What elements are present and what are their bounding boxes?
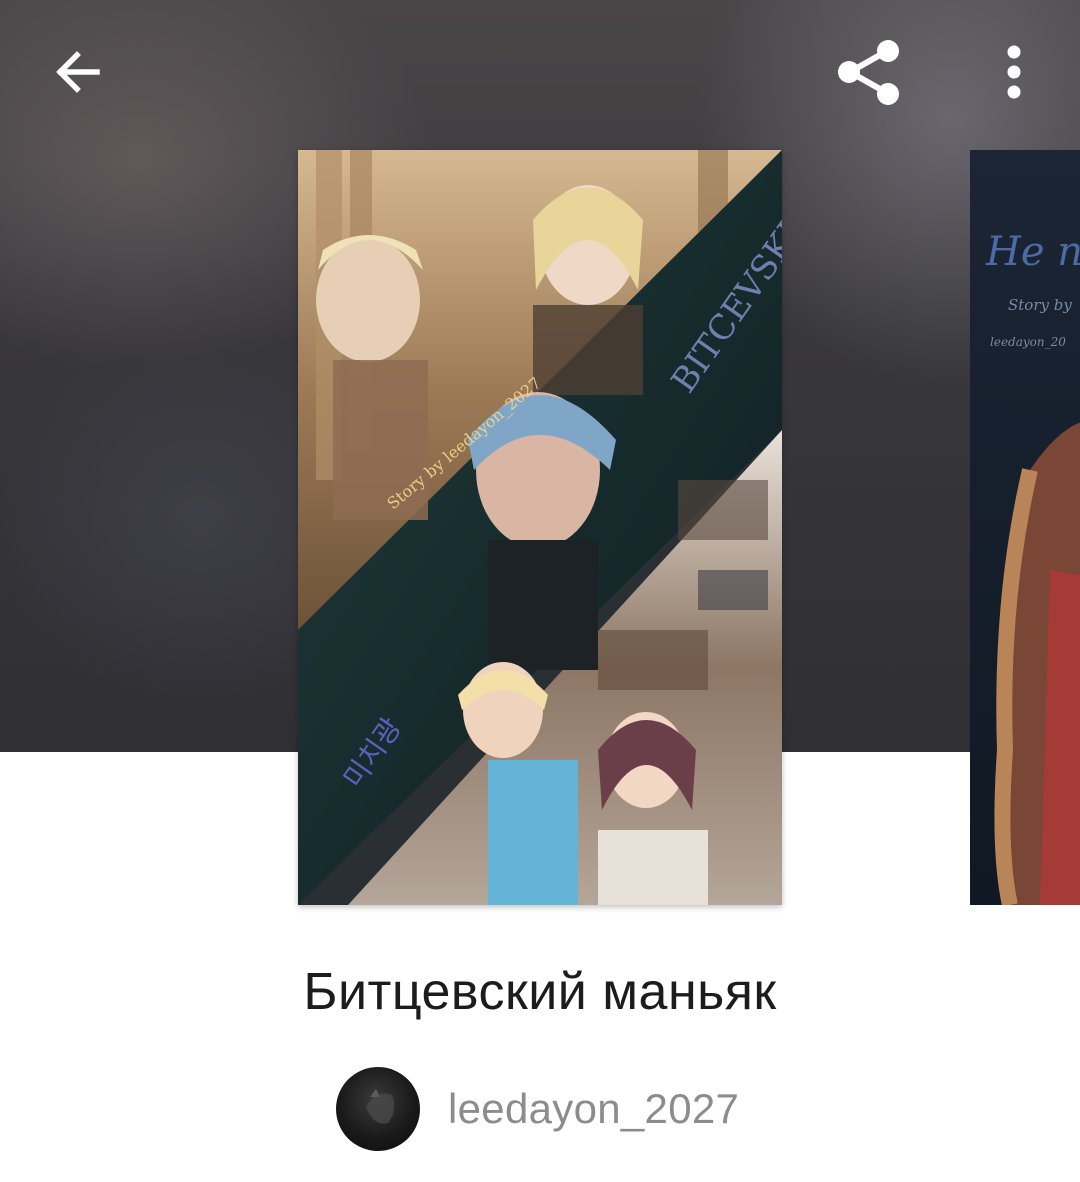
svg-text:Не п: Не п — [985, 229, 1080, 275]
back-button[interactable] — [34, 32, 122, 116]
share-button[interactable] — [826, 32, 914, 116]
author-name[interactable]: leedayon_2027 — [448, 1085, 739, 1133]
author-avatar[interactable] — [336, 1067, 420, 1151]
svg-text:Story by: Story by — [1008, 296, 1072, 314]
author-link[interactable]: leedayon_2027 — [336, 1066, 739, 1152]
arrow-left-icon — [53, 47, 103, 102]
story-details-page: BITCEVSKIY 미치광 Story by leedayon_2027 Не… — [0, 0, 1080, 1182]
share-icon — [835, 37, 905, 112]
story-cover-image[interactable]: BITCEVSKIY 미치광 Story by leedayon_2027 — [298, 150, 782, 905]
more-options-button[interactable] — [970, 32, 1058, 116]
more-vertical-icon — [1004, 44, 1024, 105]
svg-text:leedayon_20: leedayon_20 — [990, 335, 1066, 349]
story-title: Битцевский маньяк — [303, 963, 777, 1021]
next-cover-image[interactable]: Не п Story by leedayon_20 — [970, 150, 1080, 905]
